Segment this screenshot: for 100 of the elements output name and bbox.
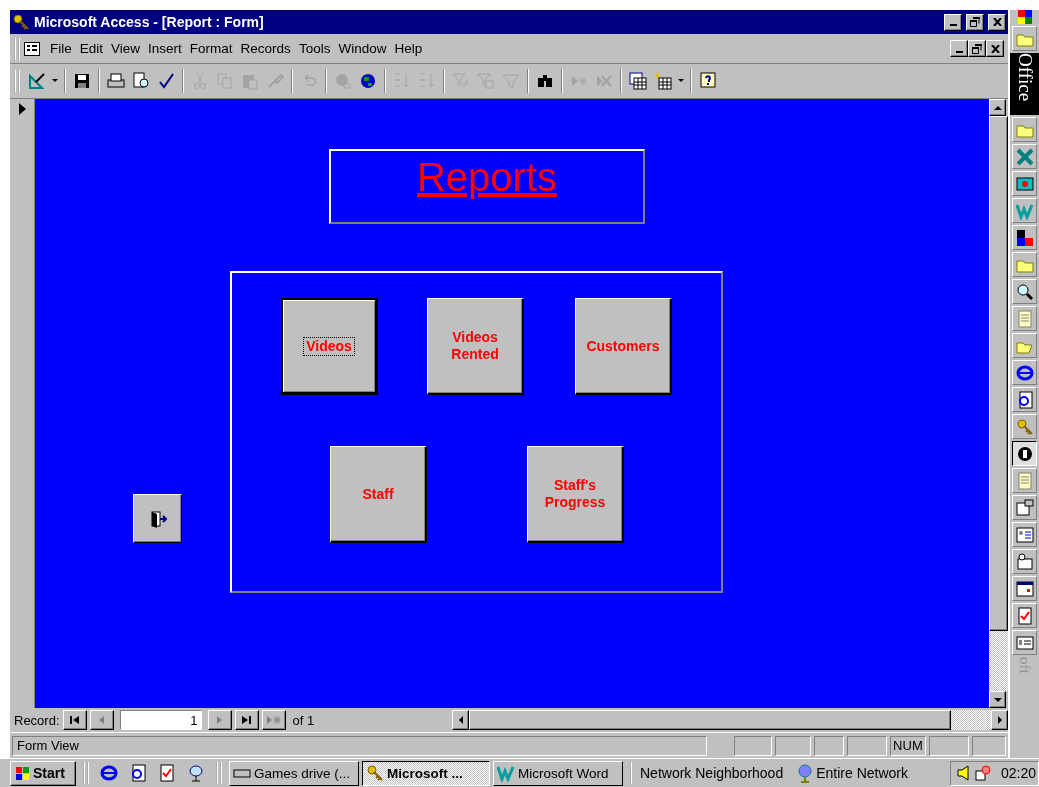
window-title: Microsoft Access - [Report : Form] xyxy=(34,14,265,30)
record-number-field[interactable]: 1 xyxy=(119,710,202,730)
restore-icon xyxy=(970,17,980,27)
office-shortcut[interactable] xyxy=(1012,441,1037,466)
last-record-button[interactable] xyxy=(234,710,259,730)
clipboard-icon xyxy=(241,72,259,90)
menu-item[interactable]: Format xyxy=(185,39,237,58)
windows-flag-icon xyxy=(14,766,30,780)
toolbar-grip[interactable] xyxy=(14,70,20,92)
x-logo-icon xyxy=(1015,147,1034,166)
close-icon xyxy=(992,18,1002,26)
office-title: Office xyxy=(1010,53,1039,115)
calendar-icon xyxy=(1015,579,1034,598)
new-record-icon xyxy=(266,716,281,724)
card-icon xyxy=(1015,633,1034,652)
funnel-icon xyxy=(502,72,520,90)
w-logo-icon xyxy=(497,764,515,782)
document-icon xyxy=(129,764,147,782)
e-logo-icon xyxy=(100,764,118,782)
help-icon xyxy=(699,72,717,90)
paintbrush-icon xyxy=(266,72,284,90)
e-logo-icon xyxy=(1015,363,1034,382)
network-toolbar-label[interactable]: Network Neighborhood xyxy=(640,765,784,781)
clock: 02:20 xyxy=(1000,765,1036,781)
scroll-up-button[interactable] xyxy=(989,99,1006,116)
menu-item[interactable]: File xyxy=(46,39,76,58)
door-exit-icon xyxy=(148,509,167,528)
caret-icon xyxy=(52,79,58,83)
first-icon xyxy=(70,716,80,724)
last-icon xyxy=(242,716,252,724)
exit-button[interactable] xyxy=(133,494,182,543)
menu-item[interactable]: Tools xyxy=(294,39,335,58)
status-text: Form View xyxy=(12,735,708,756)
menu-item[interactable]: Records xyxy=(236,39,295,58)
toolbar-grip[interactable] xyxy=(14,37,20,60)
form-title: Reports xyxy=(416,154,558,201)
taskbar-button[interactable]: Games drive (... xyxy=(229,760,359,786)
sort-ascending-icon xyxy=(393,72,411,90)
up-arrow-icon xyxy=(993,105,1002,110)
spelling-check-icon xyxy=(157,72,175,90)
taskbar-button[interactable]: Microsoft Word xyxy=(493,760,623,786)
current-record-icon xyxy=(18,103,26,115)
note-icon xyxy=(1015,309,1034,328)
entire-network-shortcut[interactable]: Entire Network xyxy=(816,765,908,781)
toolbar-grip[interactable] xyxy=(83,762,89,784)
key-icon xyxy=(366,764,384,782)
magnifier-icon xyxy=(1015,282,1034,301)
restore-button[interactable] xyxy=(966,13,984,31)
toolbar-button[interactable] xyxy=(626,69,650,93)
minimize-button[interactable] xyxy=(944,13,962,31)
minimize-icon xyxy=(949,24,957,26)
status-panel xyxy=(814,735,845,756)
menu-item[interactable]: View xyxy=(107,39,145,58)
taskbar-button[interactable]: Microsoft ... xyxy=(362,760,490,786)
blocks-icon xyxy=(1015,228,1034,247)
scroll-thumb[interactable] xyxy=(989,116,1008,631)
record-count: of 1 xyxy=(292,712,315,728)
caret-icon xyxy=(678,79,684,83)
satellite-dish-icon xyxy=(187,764,205,782)
toolbar-grip[interactable] xyxy=(630,762,633,784)
funnel-icon xyxy=(452,72,470,90)
vertical-scrollbar[interactable] xyxy=(989,99,1008,708)
office-menu-button[interactable] xyxy=(1012,26,1037,51)
globe-arrows-icon xyxy=(359,72,377,90)
sort-descending-icon xyxy=(418,72,436,90)
toolbar-grip[interactable] xyxy=(216,762,222,784)
start-button[interactable]: Start xyxy=(10,760,76,786)
document-minimize-button[interactable] xyxy=(950,40,968,57)
scroll-right-button[interactable] xyxy=(991,710,1008,730)
speaker-icon xyxy=(956,765,971,781)
new-table-icon xyxy=(654,72,672,90)
printer-icon xyxy=(107,72,125,90)
page-magnifier-icon xyxy=(132,72,150,90)
contact-card-icon xyxy=(1015,525,1034,544)
globe-link-icon xyxy=(334,72,352,90)
menu-item[interactable]: Insert xyxy=(144,39,186,58)
scissors-icon xyxy=(191,72,209,90)
status-panel xyxy=(847,735,888,756)
scroll-left-button[interactable] xyxy=(452,710,469,730)
menu-item[interactable]: Help xyxy=(390,39,427,58)
scroll-down-button[interactable] xyxy=(989,691,1006,708)
document-restore-button[interactable] xyxy=(968,40,986,57)
close-button[interactable] xyxy=(988,13,1006,31)
windows-table-icon xyxy=(629,72,647,90)
first-record-button[interactable] xyxy=(62,710,87,730)
record-label: Record: xyxy=(14,712,60,728)
document-close-button[interactable] xyxy=(986,40,1004,57)
restore-icon xyxy=(972,43,982,54)
status-panel xyxy=(734,735,773,756)
key-icon xyxy=(12,13,30,31)
form-icon xyxy=(24,41,40,56)
key-icon xyxy=(1015,417,1034,436)
right-arrow-icon xyxy=(997,716,1002,724)
previous-icon xyxy=(99,716,105,724)
menu-item[interactable]: Edit xyxy=(75,39,108,58)
network-status-icon xyxy=(974,765,991,781)
close-icon xyxy=(990,44,1000,53)
menu-item[interactable]: Window xyxy=(334,39,391,58)
globe-icon xyxy=(797,763,814,783)
status-panel xyxy=(972,735,1006,756)
